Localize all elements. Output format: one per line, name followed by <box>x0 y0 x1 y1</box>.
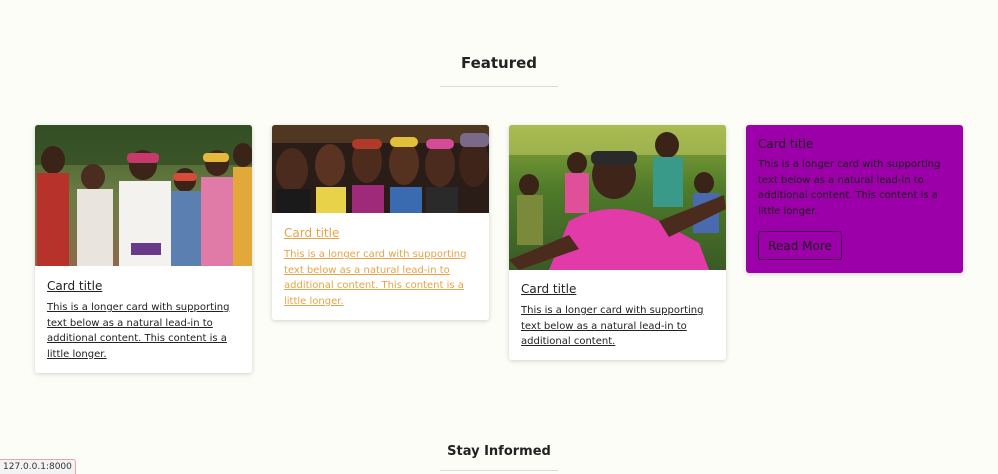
card-4-title: Card title <box>758 137 814 151</box>
card-1: Card title This is a longer card with su… <box>35 125 252 373</box>
card-3-text[interactable]: This is a longer card with supporting te… <box>521 303 709 350</box>
card-3-title[interactable]: Card title <box>521 282 576 296</box>
card-1-title[interactable]: Card title <box>47 279 102 293</box>
card-4: Card title This is a longer card with su… <box>746 125 963 273</box>
card-3-image <box>509 125 726 270</box>
card-1-image <box>35 125 252 266</box>
card-2-text[interactable]: This is a longer card with supporting te… <box>284 247 472 309</box>
stay-informed-divider <box>440 470 558 471</box>
stay-informed-heading: Stay Informed <box>447 444 551 459</box>
card-4-text: This is a longer card with supporting te… <box>758 159 941 217</box>
read-more-button[interactable]: Read More <box>758 231 842 260</box>
card-1-text[interactable]: This is a longer card with supporting te… <box>47 300 235 362</box>
card-2-title[interactable]: Card title <box>284 226 339 240</box>
card-2-image <box>272 125 489 213</box>
featured-heading: Featured <box>460 54 538 72</box>
card-2: Card title This is a longer card with su… <box>272 125 489 320</box>
card-3: Card title This is a longer card with su… <box>509 125 726 360</box>
page: Featured Card title This is a longer car… <box>0 0 998 474</box>
featured-divider <box>440 86 558 87</box>
status-bar-url: 127.0.0.1:8000 <box>0 459 76 474</box>
